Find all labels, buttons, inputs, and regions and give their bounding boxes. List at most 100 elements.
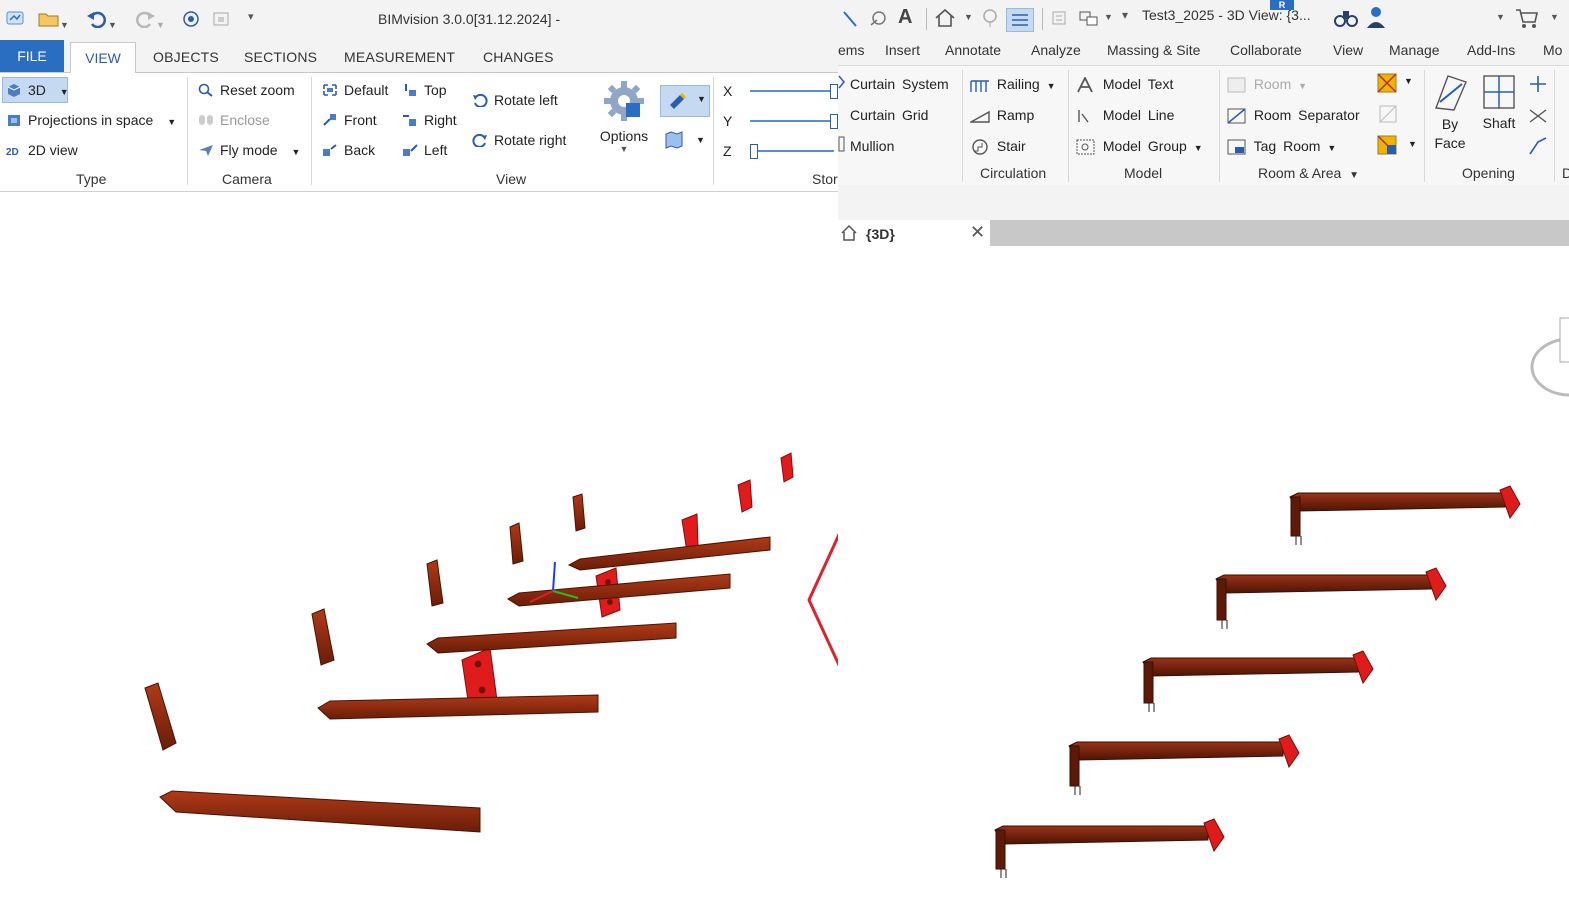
y-slider-handle[interactable]	[830, 114, 838, 129]
tab-view[interactable]: VIEW	[70, 42, 136, 74]
back-view-button[interactable]: Back	[322, 142, 375, 158]
render-mode-button[interactable]: ▼	[660, 85, 710, 117]
projections-in-space-button[interactable]: Projections in space ▼	[6, 112, 176, 128]
airplane-icon	[199, 145, 213, 156]
target-icon[interactable]	[182, 10, 200, 32]
tab-manage[interactable]: Manage	[1389, 42, 1440, 58]
tab-analyze[interactable]: Analyze	[1031, 42, 1081, 58]
back-label: Back	[344, 142, 376, 158]
model-group-button[interactable]: Model Group ▼	[1076, 138, 1203, 155]
tab-file[interactable]: FILE	[0, 40, 64, 72]
close-icon[interactable]: ✕	[970, 222, 985, 243]
tab-annotate[interactable]: Annotate	[945, 42, 1001, 58]
default-label: Default	[344, 82, 389, 98]
tab-sections[interactable]: SECTIONS	[244, 49, 317, 65]
x-slider-handle[interactable]	[830, 84, 838, 99]
curtain-system-button[interactable]: Curtain System	[850, 76, 949, 92]
tab-measurement[interactable]: MEASUREMENT	[344, 49, 455, 65]
text-tool-icon[interactable]: A	[898, 6, 912, 29]
rotate-left-button[interactable]: Rotate left	[472, 92, 558, 108]
room-button[interactable]: Room ▼	[1227, 76, 1307, 93]
curtain-grid-button[interactable]: Curtain Grid	[850, 107, 928, 123]
ramp-button[interactable]: Ramp	[970, 107, 1034, 124]
room-separator-button[interactable]: Room Separator	[1227, 107, 1360, 124]
tab-collaborate[interactable]: Collaborate	[1230, 42, 1302, 58]
binoculars-icon[interactable]	[1334, 6, 1358, 33]
z-slider[interactable]	[750, 150, 834, 152]
right-view-button[interactable]: Right	[402, 112, 457, 128]
dormer-icon[interactable]	[1528, 136, 1548, 159]
area-boundary-icon[interactable]	[1378, 104, 1400, 129]
enclose-button[interactable]: Enclose	[198, 112, 270, 128]
group-label-opening: Opening	[1462, 165, 1515, 181]
customize-quick-access-icon[interactable]: ▾	[248, 10, 254, 23]
undo-icon[interactable]: ▼	[86, 10, 117, 32]
ramp-icon	[970, 111, 990, 123]
default-view-button[interactable]: Default	[322, 82, 388, 98]
tag-area-icon[interactable]	[1376, 134, 1398, 159]
chevron-down-icon[interactable]: ▼	[1404, 76, 1413, 86]
by-face-button[interactable]: By Face	[1430, 72, 1470, 153]
y-slider[interactable]	[750, 120, 834, 122]
close-hidden-icon[interactable]	[1050, 8, 1070, 31]
x-slider[interactable]	[750, 90, 834, 92]
customize-toolbar-icon[interactable]: ▾	[1122, 8, 1128, 22]
tab-changes[interactable]: CHANGES	[483, 49, 554, 65]
revit-3d-viewport[interactable]	[838, 247, 1569, 907]
tab-modify[interactable]: Mo	[1543, 42, 1562, 58]
chevron-down-icon[interactable]: ▼	[1104, 12, 1113, 22]
chevron-down-icon: ▼	[1298, 81, 1308, 91]
area-icon[interactable]	[1376, 72, 1398, 97]
group-label-room-area[interactable]: Room & Area ▼	[1258, 165, 1359, 181]
print-icon[interactable]	[212, 10, 232, 32]
cart-icon[interactable]	[1514, 6, 1540, 33]
chevron-down-icon[interactable]: ▼	[1550, 12, 1559, 22]
top-view-button[interactable]: Top	[402, 82, 447, 98]
tag-room-button[interactable]: Tag Room ▼	[1227, 138, 1336, 155]
tab-insert[interactable]: Insert	[885, 42, 920, 58]
z-slider-handle[interactable]	[750, 144, 758, 159]
thin-lines-icon[interactable]	[1006, 8, 1034, 32]
chevron-down-icon[interactable]: ▼	[964, 12, 973, 22]
shaft-button[interactable]: Shaft	[1478, 72, 1520, 131]
tab-massing-site[interactable]: Massing & Site	[1107, 42, 1200, 58]
model-text-button[interactable]: Model Text	[1076, 76, 1173, 93]
bimvision-3d-viewport[interactable]	[0, 192, 838, 907]
revit-quick-access-bar: A ▼ ▼ ▾ Test3_2025 - 3D View: {3... R ▼ …	[838, 0, 1569, 38]
view-cube[interactable]	[1530, 317, 1569, 397]
rotate-right-button[interactable]: Rotate right	[472, 132, 566, 148]
map-button[interactable]: ▼	[664, 131, 710, 153]
tag-icon[interactable]	[980, 8, 1000, 31]
tab-systems[interactable]: ems	[838, 42, 864, 58]
view-tab-3d[interactable]: {3D} ✕	[838, 220, 990, 247]
redo-icon[interactable]: ▼	[134, 10, 165, 32]
front-view-button[interactable]: Front	[322, 112, 377, 128]
ramp-label: Ramp	[996, 107, 1035, 123]
model-line-button[interactable]: Model Line	[1076, 107, 1174, 124]
tab-add-ins[interactable]: Add-Ins	[1467, 42, 1515, 58]
by-label: By	[1441, 116, 1459, 132]
tab-objects[interactable]: OBJECTS	[153, 49, 219, 65]
wall-opening-icon[interactable]	[1528, 74, 1548, 97]
stair-button[interactable]: Stair	[970, 138, 1026, 155]
switch-windows-icon[interactable]	[1078, 8, 1100, 31]
railing-button[interactable]: Railing ▼	[970, 76, 1056, 93]
tab-view[interactable]: View	[1333, 42, 1363, 58]
vertical-opening-icon[interactable]	[1528, 106, 1548, 129]
3d-button[interactable]: 3D ▼	[6, 82, 69, 98]
chevron-down-icon[interactable]: ▼	[1408, 139, 1417, 149]
left-view-button[interactable]: Left	[402, 142, 447, 158]
dimension-icon[interactable]	[868, 8, 890, 31]
measure-icon[interactable]	[842, 8, 860, 31]
face-label: Face	[1434, 135, 1466, 151]
user-icon[interactable]	[1364, 4, 1388, 33]
options-button[interactable]: Options ▼	[598, 79, 650, 163]
fly-mode-button[interactable]: Fly mode ▼	[198, 142, 300, 158]
home-icon[interactable]	[934, 8, 956, 31]
2d-view-button[interactable]: 2D 2D view	[6, 142, 78, 158]
chevron-down-icon[interactable]: ▼	[1496, 12, 1505, 22]
mullion-button[interactable]: Mullion	[850, 138, 894, 154]
chevron-down-icon: ▼	[167, 117, 177, 127]
reset-zoom-button[interactable]: Reset zoom	[198, 82, 295, 98]
open-folder-icon[interactable]: ▼	[38, 10, 69, 32]
